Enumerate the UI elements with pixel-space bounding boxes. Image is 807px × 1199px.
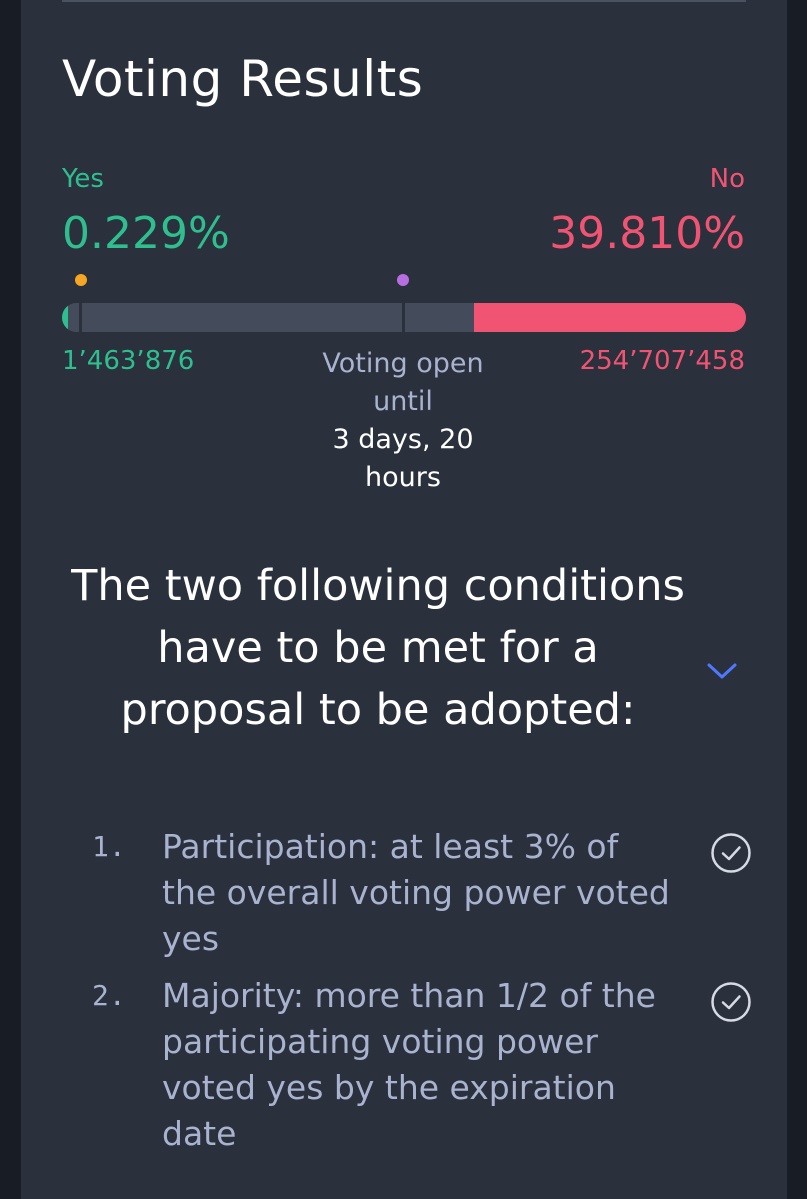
no-fill xyxy=(474,303,746,332)
participation-threshold-marker xyxy=(75,274,87,286)
participation-threshold-tick xyxy=(79,301,82,334)
page-title: Voting Results xyxy=(62,50,424,108)
divider xyxy=(62,0,746,2)
condition-number: 1. xyxy=(92,830,126,863)
voting-status-line: until xyxy=(373,386,433,417)
condition-item: 1. Participation: at least 3% of the ove… xyxy=(62,824,752,964)
check-circle-icon xyxy=(711,982,751,1022)
yes-fill xyxy=(62,303,68,332)
chevron-down-icon[interactable] xyxy=(706,660,738,682)
condition-number: 2. xyxy=(92,979,126,1012)
condition-text: Majority: more than 1/2 of the participa… xyxy=(162,976,656,1153)
no-percentage: 39.810% xyxy=(549,208,745,259)
voting-status-line: Voting open xyxy=(322,348,484,379)
screen-background: Voting Results Yes No 0.229% 39.810% 1’4… xyxy=(0,0,807,1199)
majority-threshold-tick xyxy=(402,301,405,334)
time-remaining: 3 days, 20 xyxy=(332,424,474,455)
no-label: No xyxy=(709,164,745,194)
voting-status: Voting open until 3 days, 20 hours xyxy=(283,345,523,497)
yes-label: Yes xyxy=(62,164,104,194)
condition-text: Participation: at least 3% of the overal… xyxy=(162,827,670,958)
yes-percentage: 0.229% xyxy=(62,208,230,259)
majority-threshold-marker xyxy=(397,274,409,286)
time-remaining: hours xyxy=(365,462,441,493)
no-vote-count: 254’707’458 xyxy=(579,346,745,376)
check-circle-icon xyxy=(711,833,751,873)
yes-vote-count: 1’463’876 xyxy=(62,346,195,376)
conditions-heading[interactable]: The two following conditions have to be … xyxy=(62,555,694,741)
condition-item: 2. Majority: more than 1/2 of the partic… xyxy=(62,973,752,1163)
